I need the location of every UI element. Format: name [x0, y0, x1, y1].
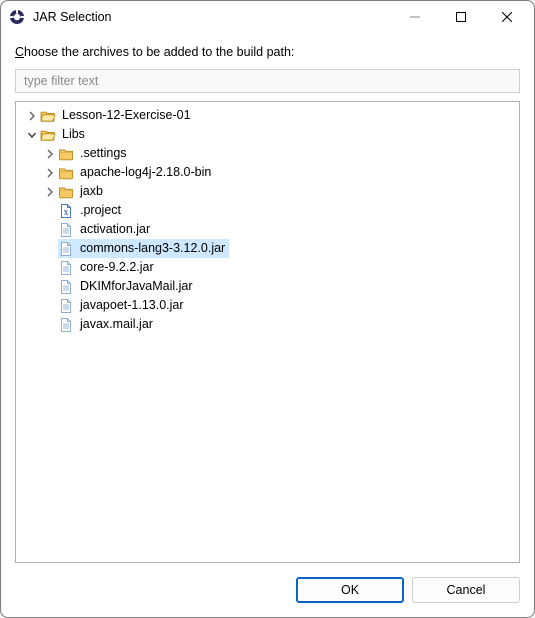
- tree-item-label-wrap: Libs: [40, 125, 89, 144]
- tree-item-label: .settings: [78, 144, 127, 163]
- tree-item-label-wrap: jaxb: [58, 182, 107, 201]
- tree-item-label: DKIMforJavaMail.jar: [78, 277, 193, 296]
- file-icon: [58, 241, 74, 257]
- file-icon: [58, 222, 74, 238]
- chevron-down-icon[interactable]: [24, 130, 40, 140]
- tree-item-label: apache-log4j-2.18.0-bin: [78, 163, 211, 182]
- chevron-right-icon[interactable]: [24, 111, 40, 121]
- filter-input[interactable]: [15, 69, 520, 93]
- tree-item-label-wrap: javax.mail.jar: [58, 315, 157, 334]
- tree-item-label: Libs: [60, 125, 85, 144]
- tree-item-label: javapoet-1.13.0.jar: [78, 296, 184, 315]
- tree-item[interactable]: Libs: [16, 125, 519, 144]
- tree-item[interactable]: commons-lang3-3.12.0.jar: [16, 239, 519, 258]
- tree-item[interactable]: X .project: [16, 201, 519, 220]
- tree-item-label-wrap: DKIMforJavaMail.jar: [58, 277, 197, 296]
- minimize-button[interactable]: [392, 2, 438, 32]
- tree-item[interactable]: core-9.2.2.jar: [16, 258, 519, 277]
- folder-open-icon: [40, 127, 56, 143]
- dialog-content: Choose the archives to be added to the b…: [1, 33, 534, 617]
- file-icon: [58, 298, 74, 314]
- tree-item-label-wrap: javapoet-1.13.0.jar: [58, 296, 188, 315]
- tree-view[interactable]: Lesson-12-Exercise-01 Libs .settings apa…: [15, 101, 520, 563]
- ok-button[interactable]: OK: [296, 577, 404, 603]
- tree-item[interactable]: javapoet-1.13.0.jar: [16, 296, 519, 315]
- tree-item-label-wrap: commons-lang3-3.12.0.jar: [58, 239, 229, 258]
- maximize-button[interactable]: [438, 2, 484, 32]
- tree-item[interactable]: Lesson-12-Exercise-01: [16, 106, 519, 125]
- file-icon: [58, 317, 74, 333]
- close-button[interactable]: [484, 2, 530, 32]
- folder-closed-icon: [58, 165, 74, 181]
- tree-item-label: javax.mail.jar: [78, 315, 153, 334]
- tree-item[interactable]: jaxb: [16, 182, 519, 201]
- chevron-right-icon[interactable]: [42, 149, 58, 159]
- cancel-button[interactable]: Cancel: [412, 577, 520, 603]
- folder-closed-icon: [58, 146, 74, 162]
- window-title: JAR Selection: [33, 10, 392, 24]
- file-icon: [58, 260, 74, 276]
- prompt-label: Choose the archives to be added to the b…: [15, 45, 520, 59]
- dialog-window: JAR Selection Choose the archives to be …: [0, 0, 535, 618]
- folder-open-icon: [40, 108, 56, 124]
- button-bar: OK Cancel: [15, 577, 520, 603]
- tree-item[interactable]: activation.jar: [16, 220, 519, 239]
- tree-item-label-wrap: Lesson-12-Exercise-01: [40, 106, 195, 125]
- tree-item-label: jaxb: [78, 182, 103, 201]
- tree-item-label-wrap: .settings: [58, 144, 131, 163]
- tree-item-label: commons-lang3-3.12.0.jar: [78, 239, 225, 258]
- tree-item-label: Lesson-12-Exercise-01: [60, 106, 191, 125]
- folder-closed-icon: [58, 184, 74, 200]
- tree-item[interactable]: javax.mail.jar: [16, 315, 519, 334]
- tree-item[interactable]: .settings: [16, 144, 519, 163]
- tree-item[interactable]: DKIMforJavaMail.jar: [16, 277, 519, 296]
- svg-text:X: X: [63, 209, 68, 217]
- tree-item-label-wrap: core-9.2.2.jar: [58, 258, 158, 277]
- app-icon: [9, 9, 25, 25]
- tree-item-label-wrap: activation.jar: [58, 220, 154, 239]
- prompt-mnemonic: C: [15, 45, 24, 59]
- tree-item-label-wrap: apache-log4j-2.18.0-bin: [58, 163, 215, 182]
- chevron-right-icon[interactable]: [42, 187, 58, 197]
- prompt-text: hoose the archives to be added to the bu…: [24, 45, 294, 59]
- xml-file-icon: X: [58, 203, 74, 219]
- tree-item-label: .project: [78, 201, 121, 220]
- tree-item-label-wrap: X .project: [58, 201, 125, 220]
- tree-item-label: activation.jar: [78, 220, 150, 239]
- titlebar: JAR Selection: [1, 1, 534, 33]
- file-icon: [58, 279, 74, 295]
- tree-item[interactable]: apache-log4j-2.18.0-bin: [16, 163, 519, 182]
- chevron-right-icon[interactable]: [42, 168, 58, 178]
- tree-item-label: core-9.2.2.jar: [78, 258, 154, 277]
